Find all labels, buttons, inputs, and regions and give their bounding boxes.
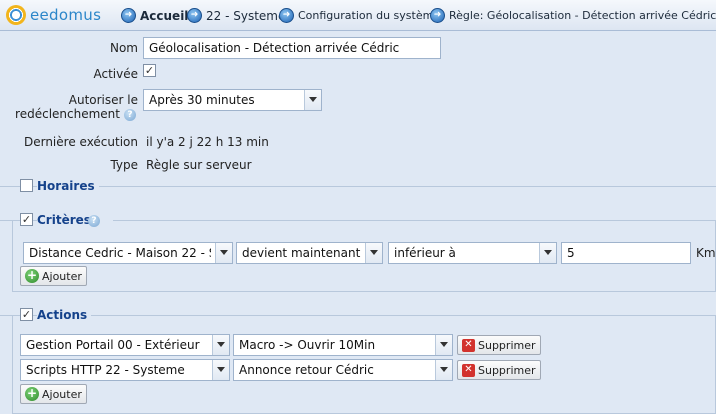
type-value: Règle sur serveur — [146, 158, 252, 172]
chevron-down-icon — [212, 335, 229, 355]
critere-device-select[interactable]: Distance Cedric - Maison 22 - Systeme — [23, 242, 233, 264]
redeclenchement-value: Après 30 minutes — [149, 93, 255, 107]
chevron-down-icon — [215, 243, 232, 263]
arrow-right-circle-icon: ➜ — [187, 8, 202, 23]
add-button-label: Ajouter — [42, 269, 82, 283]
horaires-divider — [0, 186, 716, 187]
autoriser-label-line1: Autoriser le — [68, 93, 138, 107]
actions-add-button[interactable]: + Ajouter — [20, 384, 87, 404]
horaires-checkbox[interactable] — [20, 179, 33, 192]
critere-operator-select[interactable]: inférieur à — [388, 242, 557, 264]
chevron-down-icon — [365, 243, 382, 263]
rule-form-panel: Nom Activée ✓ Autoriser le redéclencheme… — [0, 32, 716, 414]
chevron-down-icon — [212, 360, 229, 380]
activee-label: Activée — [93, 67, 138, 81]
help-icon[interactable]: ? — [124, 109, 136, 121]
breadcrumb-label: Accueil — [140, 8, 189, 23]
nom-label: Nom — [109, 41, 138, 55]
critere-device-value: Distance Cedric - Maison 22 - Systeme — [29, 246, 211, 260]
logo-text: eedomus — [30, 6, 102, 24]
derniere-execution-value: il y'a 2 j 22 h 13 min — [146, 135, 269, 149]
chevron-down-icon — [304, 90, 321, 110]
arrow-right-circle-icon: ➜ — [279, 8, 294, 23]
action-device-select[interactable]: Gestion Portail 00 - Extérieur — [20, 334, 230, 356]
breadcrumb-systeme[interactable]: ➜ 22 - Systeme — [187, 7, 285, 24]
chevron-down-icon — [435, 360, 452, 380]
criteres-add-button[interactable]: + Ajouter — [20, 266, 87, 286]
eedomus-logo-icon — [6, 5, 26, 25]
delete-x-icon: ✕ — [462, 363, 475, 377]
breadcrumb-configuration[interactable]: ➜ Configuration du système — [279, 7, 440, 24]
breadcrumb-rule[interactable]: ➜ Règle: Géolocalisation - Détection arr… — [430, 7, 716, 24]
critere-condition-select[interactable]: devient maintenant — [236, 242, 383, 264]
top-navigation-bar: eedomus ➜ Accueil ➜ 22 - Systeme ➜ Confi… — [0, 0, 716, 31]
breadcrumb-label: Règle: Géolocalisation - Détection arriv… — [449, 9, 716, 22]
action-delete-button[interactable]: ✕ Supprimer — [457, 360, 541, 380]
autoriser-label-line2: redéclenchement — [15, 107, 120, 121]
action-device-value: Scripts HTTP 22 - Systeme — [26, 363, 185, 377]
action-command-select[interactable]: Annonce retour Cédric — [233, 359, 453, 381]
action-command-value: Macro -> Ouvrir 10Min — [239, 338, 376, 352]
action-device-value: Gestion Portail 00 - Extérieur — [26, 338, 200, 352]
breadcrumb-home[interactable]: ➜ Accueil — [121, 7, 188, 24]
arrow-right-circle-icon: ➜ — [430, 8, 445, 23]
delete-button-label: Supprimer — [478, 363, 536, 377]
plus-icon: + — [25, 386, 39, 401]
add-button-label: Ajouter — [42, 387, 82, 401]
derniere-execution-label: Dernière exécution — [23, 135, 138, 149]
action-command-value: Annonce retour Cédric — [239, 363, 374, 377]
critere-unit: Km — [696, 246, 716, 260]
plus-icon: + — [25, 268, 39, 283]
nom-input[interactable] — [143, 37, 441, 59]
critere-condition-value: devient maintenant — [242, 246, 361, 260]
horaires-title: Horaires — [37, 179, 99, 193]
redeclenchement-select[interactable]: Après 30 minutes — [143, 89, 322, 111]
breadcrumb-label: 22 - Systeme — [206, 8, 286, 23]
breadcrumb-label: Configuration du système — [298, 9, 441, 22]
action-delete-button[interactable]: ✕ Supprimer — [457, 335, 541, 355]
critere-operator-value: inférieur à — [394, 246, 456, 260]
action-device-select[interactable]: Scripts HTTP 22 - Systeme — [20, 359, 230, 381]
delete-button-label: Supprimer — [478, 338, 536, 352]
chevron-down-icon — [435, 335, 452, 355]
action-command-select[interactable]: Macro -> Ouvrir 10Min — [233, 334, 453, 356]
arrow-right-circle-icon: ➜ — [121, 8, 136, 23]
critere-value-input[interactable] — [561, 242, 691, 264]
chevron-down-icon — [539, 243, 556, 263]
delete-x-icon: ✕ — [462, 338, 475, 352]
activee-checkbox[interactable]: ✓ — [143, 64, 156, 77]
type-label: Type — [110, 158, 138, 172]
